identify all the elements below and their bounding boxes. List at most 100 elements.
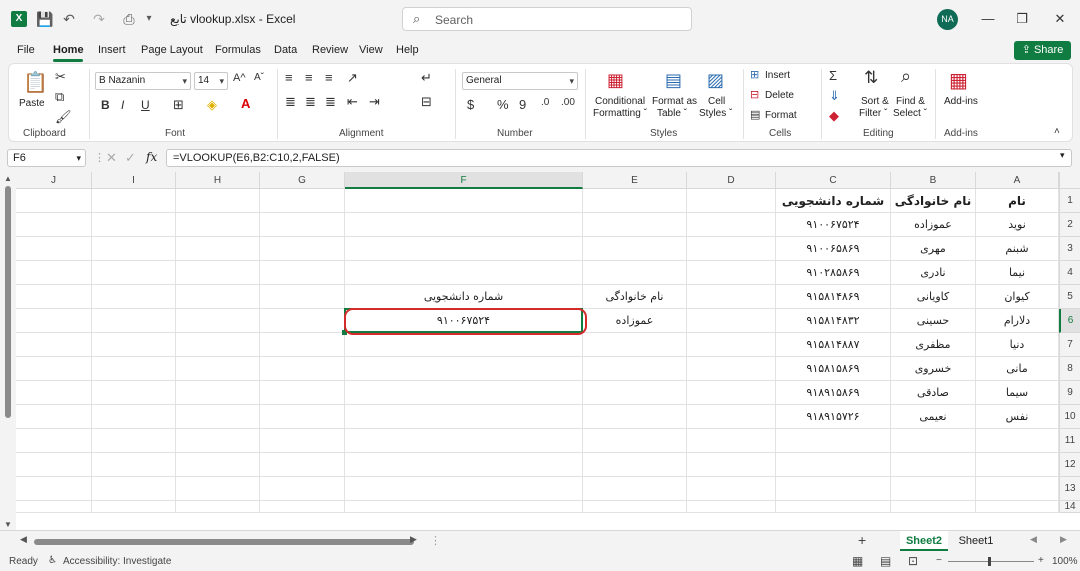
format-as-table-icon[interactable]: ▤: [665, 70, 682, 91]
bold-button[interactable]: B: [101, 98, 110, 112]
table-cell-family[interactable]: خسروی: [891, 357, 976, 381]
cell[interactable]: [16, 189, 92, 213]
insert-function-button[interactable]: fx: [146, 150, 157, 164]
table-cell-family[interactable]: عموزاده: [891, 213, 976, 237]
select-all-corner[interactable]: [1059, 172, 1080, 189]
cell[interactable]: [92, 405, 176, 429]
redo-icon[interactable]: ↷: [90, 10, 108, 28]
cell[interactable]: [976, 501, 1059, 513]
cell[interactable]: [345, 405, 583, 429]
cell[interactable]: [16, 405, 92, 429]
cell[interactable]: [260, 285, 345, 309]
cell[interactable]: [260, 453, 345, 477]
copy-icon[interactable]: ⧉: [55, 89, 64, 105]
column-header[interactable]: D: [687, 172, 776, 189]
increase-indent-icon[interactable]: ⇥: [369, 94, 380, 110]
cell[interactable]: [260, 429, 345, 453]
table-cell-student-id[interactable]: ۹۱۵۸۱۴۸۳۲: [776, 309, 891, 333]
cell-styles-label-1[interactable]: Cell: [708, 96, 725, 107]
close-button[interactable]: ✕: [1050, 9, 1070, 29]
table-cell-student-id[interactable]: ۹۱۵۸۱۴۸۶۹: [776, 285, 891, 309]
cell[interactable]: [260, 501, 345, 513]
insert-cells-icon[interactable]: ⊞: [750, 68, 759, 81]
cell[interactable]: [583, 453, 687, 477]
cell[interactable]: [345, 237, 583, 261]
lookup-label-student-id[interactable]: شماره دانشجویی: [345, 285, 583, 309]
row-header[interactable]: 6: [1059, 309, 1080, 333]
find-select-label-2[interactable]: Select ˇ: [893, 108, 927, 119]
vertical-scrollbar[interactable]: ▲ ▼: [0, 172, 16, 530]
accessibility-status[interactable]: Accessibility: Investigate: [63, 556, 171, 567]
minimize-button[interactable]: —: [978, 9, 998, 29]
cell[interactable]: [92, 237, 176, 261]
cell[interactable]: [776, 453, 891, 477]
horizontal-scroll-thumb[interactable]: [34, 539, 414, 545]
paste-icon[interactable]: 📋: [23, 70, 48, 96]
cell[interactable]: [260, 477, 345, 501]
table-cell-student-id[interactable]: ۹۱۰۰۶۵۸۶۹: [776, 237, 891, 261]
underline-button[interactable]: U: [141, 98, 150, 112]
fill-icon[interactable]: ⇓: [829, 88, 840, 104]
cell[interactable]: [260, 381, 345, 405]
cell[interactable]: [92, 381, 176, 405]
conditional-formatting-icon[interactable]: ▦: [607, 70, 624, 91]
cell[interactable]: [345, 453, 583, 477]
column-header[interactable]: C: [776, 172, 891, 189]
table-cell-family[interactable]: نادری: [891, 261, 976, 285]
cell[interactable]: [976, 477, 1059, 501]
page-layout-view-icon[interactable]: ▤: [880, 554, 891, 568]
column-header[interactable]: E: [583, 172, 687, 189]
cell[interactable]: [345, 333, 583, 357]
cell[interactable]: [583, 405, 687, 429]
borders-icon[interactable]: ⊞: [173, 97, 184, 113]
cell[interactable]: [92, 429, 176, 453]
cancel-icon[interactable]: ✕: [106, 150, 117, 166]
collapse-ribbon-icon[interactable]: ˄: [1054, 126, 1060, 137]
cell-styles-label-2[interactable]: Styles ˇ: [699, 108, 732, 119]
sheet-tab-sheet1[interactable]: Sheet1: [952, 531, 1000, 551]
column-header[interactable]: G: [260, 172, 345, 189]
tab-help[interactable]: Help: [396, 44, 419, 56]
currency-button[interactable]: $: [467, 97, 474, 112]
cell[interactable]: [345, 261, 583, 285]
cell[interactable]: [583, 237, 687, 261]
cell[interactable]: [16, 381, 92, 405]
sort-filter-label-2[interactable]: Filter ˇ: [859, 108, 887, 119]
cell[interactable]: [176, 357, 260, 381]
tab-view[interactable]: View: [359, 44, 383, 56]
table-cell-name[interactable]: نیما: [976, 261, 1059, 285]
orientation-icon[interactable]: ↗: [347, 70, 358, 86]
sort-filter-icon[interactable]: ⇅: [864, 68, 878, 88]
cell[interactable]: [583, 357, 687, 381]
share-button[interactable]: ⇪ Share: [1014, 41, 1071, 60]
table-cell-name[interactable]: نوید: [976, 213, 1059, 237]
paste-button[interactable]: Paste: [19, 98, 45, 109]
cell[interactable]: [687, 189, 776, 213]
row-header[interactable]: 8: [1059, 357, 1080, 381]
cell[interactable]: [260, 261, 345, 285]
align-top-icon[interactable]: ≡: [285, 70, 293, 85]
cell[interactable]: [176, 261, 260, 285]
cell[interactable]: [345, 477, 583, 501]
normal-view-icon[interactable]: ▦: [852, 554, 863, 568]
column-header[interactable]: A: [976, 172, 1059, 189]
cell[interactable]: [260, 333, 345, 357]
cell[interactable]: [16, 309, 92, 333]
cell[interactable]: [16, 285, 92, 309]
cell[interactable]: [345, 381, 583, 405]
cell[interactable]: [260, 309, 345, 333]
search-box[interactable]: ⌕ Search: [402, 7, 692, 31]
table-cell-student-id[interactable]: ۹۱۰۰۶۷۵۲۴: [776, 213, 891, 237]
cell[interactable]: [345, 357, 583, 381]
cell[interactable]: [687, 405, 776, 429]
cell[interactable]: [16, 453, 92, 477]
cell[interactable]: [260, 405, 345, 429]
align-bottom-icon[interactable]: ≡: [325, 70, 333, 85]
row-header[interactable]: 4: [1059, 261, 1080, 285]
cell[interactable]: [776, 477, 891, 501]
cell[interactable]: [687, 357, 776, 381]
undo-icon[interactable]: ↶: [60, 10, 78, 28]
cell[interactable]: [92, 357, 176, 381]
percent-button[interactable]: %: [497, 97, 509, 112]
zoom-slider-thumb[interactable]: [988, 557, 991, 566]
